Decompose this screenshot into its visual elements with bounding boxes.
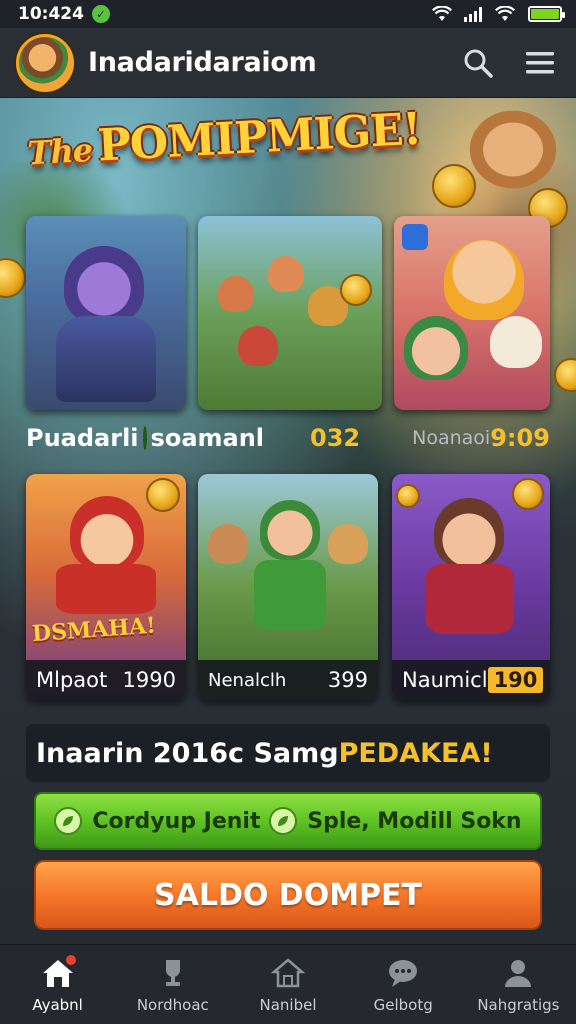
companion-character [490,316,542,368]
game-card-hero[interactable] [394,216,550,410]
row-info-1: Puadarli soamanl 032 Noanaoi 9:09 [26,424,550,452]
nav-item-leaderboard[interactable]: Nordhoac [115,945,230,1024]
mascot-character [458,100,568,190]
character-head [208,524,248,564]
card-value: 1990 [122,668,176,692]
row1-left-value: 032 [310,424,361,452]
card-label-bar: Nenalclh 399 [198,660,378,700]
card-art [198,216,382,410]
nav-item-chat[interactable]: Gelbotg [346,945,461,1024]
green-action-button[interactable]: Cordyup Jenit Sple, Modill Sokn [34,792,542,850]
promo-highlight: PEDAKEA! [338,737,493,769]
status-right [432,6,565,22]
character-head [328,524,368,564]
nav-label: Ayabnl [32,995,83,1014]
coin-icon [146,478,180,512]
wifi-icon-secondary [495,6,515,21]
hero-character [444,240,524,320]
nav-item-home[interactable]: Ayabnl [0,945,115,1024]
coin-icon [432,164,476,208]
archer-character [260,500,320,560]
banner-main-title: POMIPMIGE! [96,103,423,172]
notification-dot [63,952,78,967]
coin-icon [396,484,420,508]
elf-character [404,316,468,380]
green-button-left[interactable]: Cordyup Jenit [54,807,260,835]
search-icon [464,49,493,78]
card-label: Mlpaot [36,668,108,692]
green-button-right-label: Sple, Modill Sokn [307,808,522,834]
bottom-navigation: Ayabnl Nordhoac Nanibel Gelbotg Nahgrati… [0,944,576,1024]
leaf-icon [269,807,298,835]
status-time: 10:424 [18,4,84,24]
nav-label: Nordhoac [136,995,209,1014]
green-button-right[interactable]: Sple, Modill Sokn [269,807,522,835]
knight-character [64,246,144,324]
saldo-dompet-button[interactable]: SALDO DOMPET [34,860,542,930]
hamburger-menu-icon [526,51,554,73]
menu-button[interactable] [520,43,560,83]
row1-left-label: Puadarli [26,424,139,452]
game-card-battle[interactable] [198,216,382,410]
green-button-left-label: Cordyup Jenit [92,808,261,834]
app-logo-avatar[interactable] [16,33,74,92]
card-value: 190 [487,667,544,693]
character-head [268,256,304,292]
wifi-icon [432,6,452,21]
nav-item-profile[interactable]: Nahgratigs [461,945,576,1024]
banner-title: ThePOMIPMIGE! [26,103,423,204]
app-notification-icon: ✓ [91,5,110,23]
card-label: Naumicl [402,668,488,692]
search-button[interactable] [458,43,498,83]
game-card-archer[interactable]: Nenalclh 399 [198,474,378,700]
warrior-body [426,564,514,634]
card-value: 399 [327,668,368,692]
character-head [238,326,278,366]
banner-prefix: The [26,130,94,173]
knight-armor [56,316,156,402]
nav-label: Gelbotg [373,995,433,1014]
badge-icon [402,224,428,250]
game-card-viking[interactable]: DSMAHA! Mlpaot 1990 [26,474,186,700]
promo-banner[interactable]: Inaarin 2016c Samg PEDAKEA! [26,724,550,782]
nav-label: Nahgratigs [477,995,560,1014]
warrior-character [434,498,504,568]
cell-signal-icon [464,6,482,22]
row1-left-label-2: soamanl [150,424,265,452]
home-icon [40,952,78,990]
promo-text: Inaarin 2016c Samg [36,737,339,769]
chat-bubble-icon [385,956,421,990]
leaf-icon [54,807,83,835]
viking-body [56,564,156,614]
app-header: Inadaridaraiom [0,28,576,98]
coin-icon [554,358,576,392]
viking-character [70,496,144,570]
battery-icon [528,6,565,22]
trophy-icon [155,956,191,990]
nav-item-center[interactable]: Nanibel [230,945,345,1024]
game-card-warrior[interactable]: Naumicl 190 [392,474,550,700]
card-label: Nenalclh [208,669,287,691]
archer-body [254,560,326,630]
card-label-bar: Naumicl 190 [392,660,550,700]
row1-right-value: 9:09 [490,424,550,452]
game-card-knight[interactable] [26,216,186,410]
status-bar: 10:424 ✓ [0,0,576,28]
coin-icon [512,478,544,510]
card-label-bar: Mlpaot 1990 [26,660,186,700]
coin-icon [340,274,372,306]
gem-icon [142,426,147,450]
app-title: Inadaridaraiom [88,47,317,78]
profile-icon [500,956,536,990]
character-head [218,276,254,312]
status-left: 10:424 ✓ [18,4,110,24]
row1-right-label: Noanaoi [412,427,491,449]
nav-label: Nanibel [259,995,317,1014]
house-outline-icon [270,956,306,990]
